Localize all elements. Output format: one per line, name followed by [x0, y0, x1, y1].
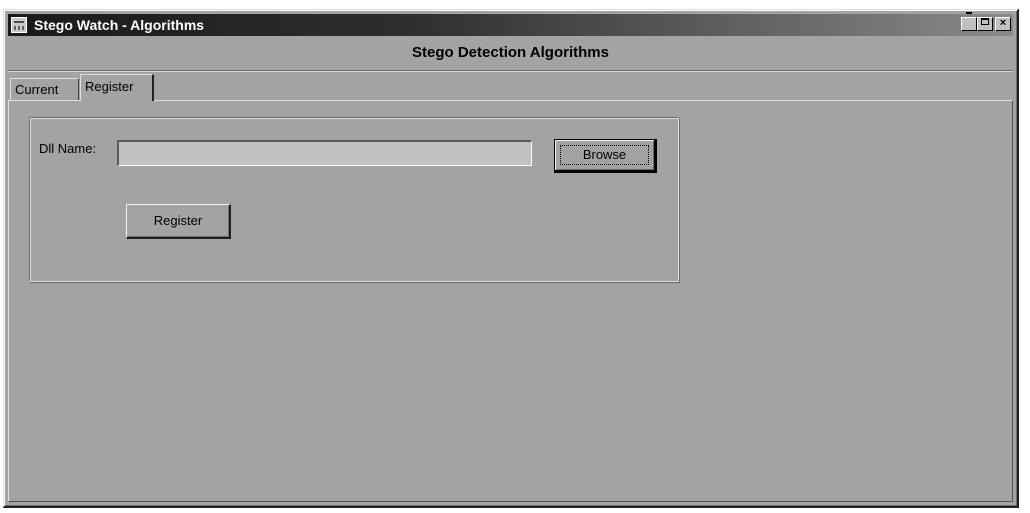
register-button[interactable]: Register [126, 204, 231, 239]
browse-button[interactable]: Browse [554, 139, 657, 173]
app-icon[interactable] [11, 17, 27, 33]
register-groupbox: Dll Name: Browse Register [29, 117, 679, 282]
page-title: Stego Detection Algorithms [412, 44, 609, 61]
maximize-button[interactable] [977, 17, 993, 31]
app-window: Stego Watch - Algorithms × Stego Detecti… [3, 9, 1019, 508]
tab-current[interactable]: Current [10, 78, 79, 100]
window-title: Stego Watch - Algorithms [34, 17, 205, 33]
header-divider [8, 70, 1013, 72]
browse-button-label: Browse [582, 147, 627, 162]
dll-name-label: Dll Name: [39, 141, 97, 156]
close-icon: × [999, 17, 1007, 29]
tab-register[interactable]: Register [80, 74, 154, 101]
dll-name-input[interactable] [117, 140, 532, 166]
title-bar[interactable]: Stego Watch - Algorithms × [8, 12, 1013, 36]
close-button[interactable]: × [995, 17, 1011, 31]
tab-panel-register: Dll Name: Browse Register [8, 100, 1013, 502]
window-controls: × [961, 12, 1011, 33]
minimize-button[interactable] [961, 12, 977, 31]
